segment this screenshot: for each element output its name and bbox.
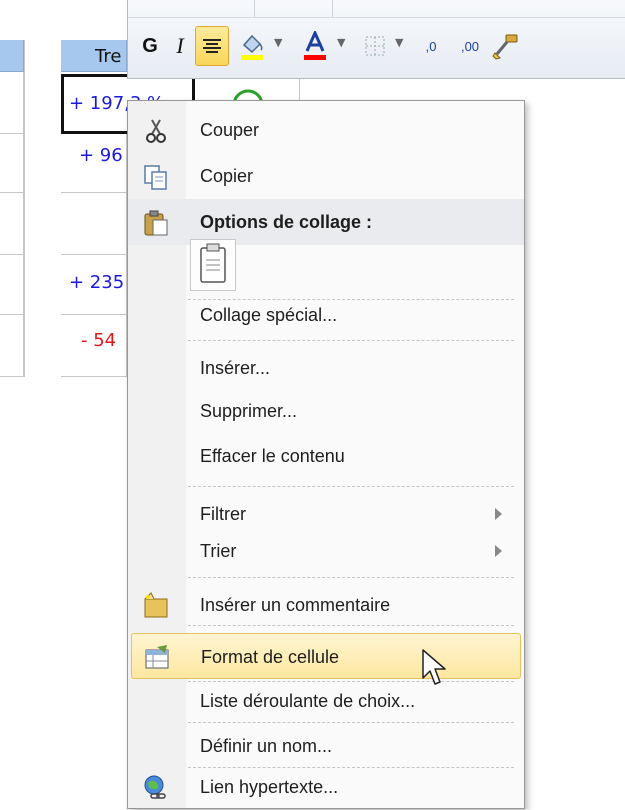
italic-button[interactable]: I (168, 26, 192, 66)
format-cells-icon (145, 645, 169, 669)
decrease-decimal-button[interactable]: ,00 (452, 26, 488, 66)
menu-item-label: Liste déroulante de choix... (200, 691, 416, 711)
menu-item-label: Effacer le contenu (200, 446, 345, 466)
bold-button[interactable]: G (138, 26, 162, 66)
column-header-tre[interactable]: Tre (61, 40, 127, 72)
menu-item-label: Définir un nom... (200, 736, 333, 756)
submenu-arrow-icon (495, 545, 502, 557)
comment-icon (144, 592, 168, 618)
grid-cell[interactable] (0, 72, 24, 134)
borders-button[interactable] (361, 26, 389, 66)
menu-item-hyperlink[interactable]: Lien hypertexte... (128, 764, 524, 810)
column-divider (24, 40, 25, 377)
menu-item-label: Insérer... (200, 358, 271, 378)
mini-toolbar: G I ▼ ▼ ▼ ,0 ,00 (127, 0, 625, 79)
menu-item-label: Couper (200, 120, 260, 140)
bold-icon: G (142, 34, 158, 57)
align-center-button[interactable] (195, 26, 229, 66)
menu-item-paste-special[interactable]: Collage spécial... (128, 292, 524, 338)
paste-options-header: Options de collage : (128, 199, 524, 245)
menu-item-label: Copier (200, 166, 254, 186)
grid-cell[interactable] (0, 315, 24, 377)
submenu-arrow-icon (495, 508, 502, 520)
format-painter-icon (492, 34, 518, 60)
paste-icon (200, 243, 226, 283)
menu-separator (188, 340, 514, 341)
italic-icon: I (176, 33, 184, 58)
menu-item-label: Insérer un commentaire (200, 595, 391, 615)
menu-item-sort[interactable]: Trier (128, 528, 524, 574)
grid-cell[interactable]: + 235 (61, 255, 127, 315)
fill-color-dropdown-icon[interactable]: ▼ (274, 36, 282, 49)
menu-item-label: Collage spécial... (200, 305, 338, 325)
decrease-decimal-icon: ,00 (460, 38, 480, 54)
clipboard-icon (144, 210, 168, 236)
font-color-button[interactable] (300, 26, 330, 66)
borders-icon (365, 36, 385, 56)
paste-button[interactable] (190, 239, 236, 291)
grid-cell[interactable] (0, 193, 24, 255)
grid-cell[interactable]: - 54 (61, 315, 127, 377)
fill-color-button[interactable] (237, 26, 267, 66)
format-painter-button[interactable] (490, 26, 522, 66)
font-color-dropdown-icon[interactable]: ▼ (337, 36, 345, 49)
grid-cell[interactable] (0, 255, 24, 315)
context-menu: Couper Copier Options de collage : Colla… (127, 100, 525, 809)
font-name-box[interactable] (128, 0, 255, 18)
menu-item-label: Trier (200, 541, 237, 561)
menu-item-cut[interactable]: Couper (128, 107, 524, 153)
align-center-icon (203, 39, 221, 53)
menu-item-copy[interactable]: Copier (128, 153, 524, 199)
menu-item-format-cells[interactable]: Format de cellule (131, 633, 521, 679)
menu-item-delete[interactable]: Supprimer... (128, 388, 524, 434)
column-header[interactable] (0, 40, 24, 72)
fill-color-icon (241, 34, 263, 60)
menu-separator (188, 486, 514, 487)
grid-cell[interactable] (0, 134, 24, 193)
menu-item-define-name[interactable]: Définir un nom... (128, 723, 524, 769)
menu-item-dropdown-list[interactable]: Liste déroulante de choix... (128, 678, 524, 724)
menu-item-label: Lien hypertexte... (200, 777, 339, 797)
menu-item-insert[interactable]: Insérer... (128, 345, 524, 391)
menu-item-insert-comment[interactable]: Insérer un commentaire (128, 582, 524, 628)
mini-toolbar-top-row (128, 0, 625, 18)
grid-cell[interactable]: + 96 (61, 134, 127, 193)
column-header-label: Tre (95, 46, 122, 67)
copy-icon (144, 165, 167, 190)
grid-cell[interactable]: - (61, 193, 127, 255)
mouse-pointer-icon (422, 649, 446, 685)
font-color-icon (304, 31, 326, 60)
menu-item-clear-contents[interactable]: Effacer le contenu (128, 433, 524, 479)
menu-item-label: Format de cellule (201, 647, 340, 667)
font-size-box[interactable] (255, 0, 333, 18)
menu-separator (188, 625, 514, 626)
increase-decimal-icon: ,0 (425, 38, 437, 54)
borders-dropdown-icon[interactable]: ▼ (395, 36, 403, 49)
increase-decimal-button[interactable]: ,0 (413, 26, 449, 66)
menu-item-label: Supprimer... (200, 401, 298, 421)
hyperlink-icon (144, 775, 166, 799)
scissors-icon (146, 119, 166, 143)
menu-separator (188, 577, 514, 578)
